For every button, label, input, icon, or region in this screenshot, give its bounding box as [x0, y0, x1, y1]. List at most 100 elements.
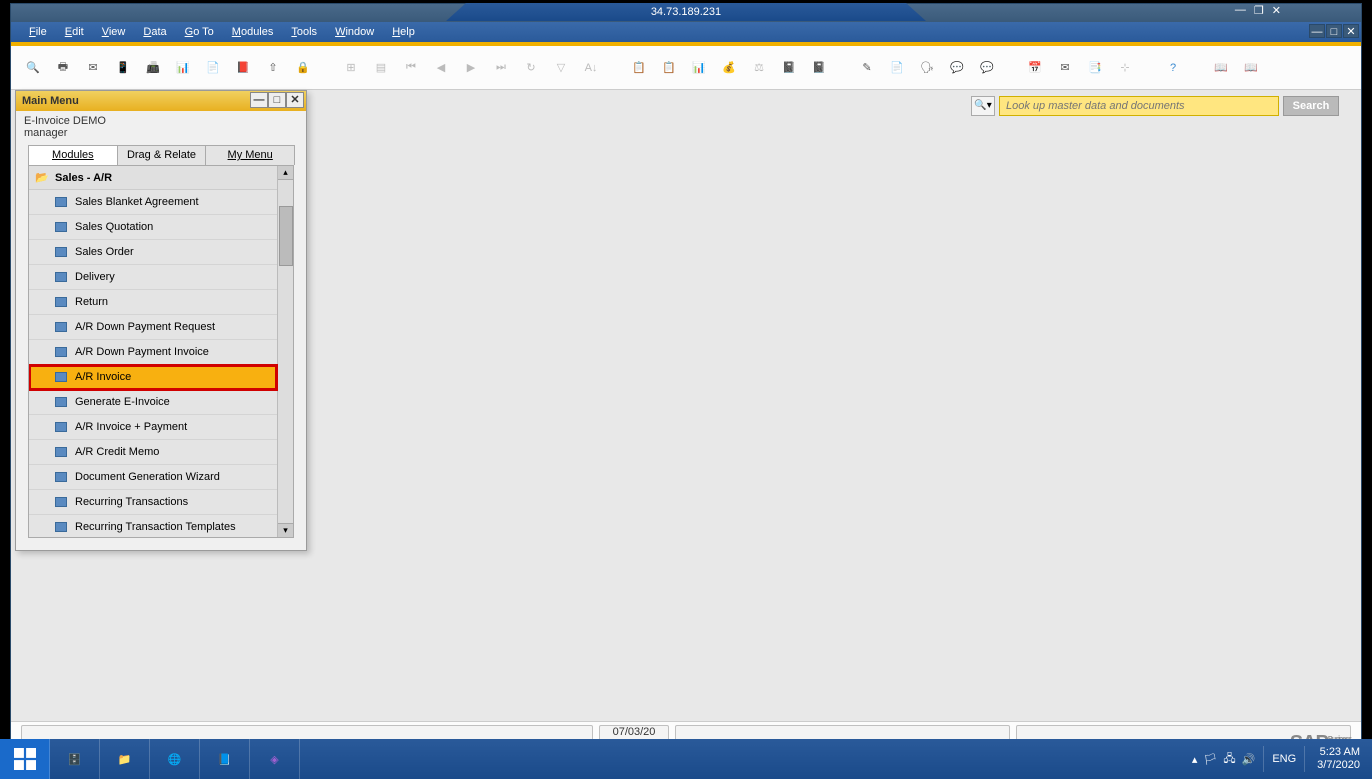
calendar-icon[interactable]: 📅: [1023, 56, 1047, 80]
main-menu-title-text: Main Menu: [22, 95, 79, 107]
target-doc-icon: 📋: [657, 56, 681, 80]
word-icon: 📄: [201, 56, 225, 80]
content-area: 🔍▾ Search Main Menu — □ ✕ E-Invoice DEMO…: [11, 90, 1361, 721]
filter-icon: ▽: [549, 56, 573, 80]
menu-data[interactable]: Data: [135, 24, 174, 40]
taskbar: 🗄️ 📁 🌐 📘 ◈ ▴ 🏳 🖧 🔊 ENG 5:23 AM 3/7/2020: [0, 739, 1372, 779]
tray-sound-icon[interactable]: 🔊: [1242, 753, 1256, 766]
print-icon[interactable]: 🖶: [51, 56, 75, 80]
app-close-icon[interactable]: ✕: [1343, 24, 1359, 38]
tab-my-menu[interactable]: My Menu: [205, 145, 295, 165]
document-icon: [55, 497, 67, 507]
mm-item-return[interactable]: Return: [29, 290, 277, 315]
mm-item-generate-e-invoice[interactable]: Generate E-Invoice: [29, 390, 277, 415]
menubar: File Edit View Data Go To Modules Tools …: [11, 22, 1361, 42]
mm-scrollbar[interactable]: ▴ ▾: [277, 166, 293, 537]
menu-goto[interactable]: Go To: [177, 24, 222, 40]
mm-item-label: Sales Quotation: [75, 221, 153, 233]
mm-item-label: Delivery: [75, 271, 115, 283]
lock-screen-icon[interactable]: 🔒: [291, 56, 315, 80]
search-input[interactable]: [999, 96, 1279, 116]
mm-maximize-icon[interactable]: □: [268, 92, 286, 108]
mm-section-header[interactable]: 📂 Sales - A/R: [29, 166, 277, 190]
email-icon[interactable]: ✉: [81, 56, 105, 80]
help-icon[interactable]: ?: [1161, 56, 1185, 80]
mm-item-recurring-transactions[interactable]: Recurring Transactions: [29, 490, 277, 515]
mm-item-a-r-invoice[interactable]: A/R Invoice: [29, 365, 277, 390]
tray-show-hidden-icon[interactable]: ▴: [1192, 753, 1198, 766]
task-sap-b1[interactable]: 📘: [200, 739, 250, 779]
window-title: 34.73.189.231: [446, 3, 926, 21]
last-record-icon: ⏭: [489, 56, 513, 80]
task-visual-studio[interactable]: ◈: [250, 739, 300, 779]
mm-item-a-r-invoice-payment[interactable]: A/R Invoice + Payment: [29, 415, 277, 440]
mm-item-label: Generate E-Invoice: [75, 396, 170, 408]
mm-minimize-icon[interactable]: —: [250, 92, 268, 108]
minimize-remote-icon[interactable]: —: [1235, 4, 1246, 17]
task-file-explorer[interactable]: 📁: [100, 739, 150, 779]
form-settings-icon[interactable]: 📄: [885, 56, 909, 80]
my-shortcuts-icon[interactable]: 📑: [1083, 56, 1107, 80]
document-icon: [55, 472, 67, 482]
restore-remote-icon[interactable]: ❐: [1254, 4, 1264, 17]
query-icon[interactable]: 💬: [945, 56, 969, 80]
mm-user: manager: [24, 127, 298, 139]
tab-modules[interactable]: Modules: [28, 145, 118, 165]
mm-item-a-r-down-payment-invoice[interactable]: A/R Down Payment Invoice: [29, 340, 277, 365]
search-scope-dropdown[interactable]: 🔍▾: [971, 96, 995, 116]
scroll-up-icon[interactable]: ▴: [278, 166, 293, 180]
start-button[interactable]: [0, 739, 50, 779]
preview-icon[interactable]: 🔍: [21, 56, 45, 80]
menu-modules[interactable]: Modules: [224, 24, 282, 40]
app-maximize-icon[interactable]: □: [1326, 24, 1342, 38]
mm-item-recurring-transaction-templates[interactable]: Recurring Transaction Templates: [29, 515, 277, 538]
messages-overview-icon[interactable]: ✉: [1053, 56, 1077, 80]
mm-item-a-r-down-payment-request[interactable]: A/R Down Payment Request: [29, 315, 277, 340]
document-icon: [55, 322, 67, 332]
menu-file[interactable]: File: [21, 24, 55, 40]
mm-item-label: Recurring Transaction Templates: [75, 521, 236, 533]
mm-item-document-generation-wizard[interactable]: Document Generation Wizard: [29, 465, 277, 490]
fax-icon[interactable]: 📠: [141, 56, 165, 80]
tray-clock[interactable]: 5:23 AM 3/7/2020: [1313, 746, 1364, 772]
mm-item-a-r-credit-memo[interactable]: A/R Credit Memo: [29, 440, 277, 465]
task-server-manager[interactable]: 🗄️: [50, 739, 100, 779]
tray-flag-icon[interactable]: 🏳: [1203, 753, 1217, 766]
layout-designer-icon[interactable]: ✎: [855, 56, 879, 80]
tray-network-icon[interactable]: 🖧: [1223, 750, 1235, 769]
scroll-down-icon[interactable]: ▾: [278, 523, 293, 537]
mm-company: E-Invoice DEMO: [24, 115, 298, 127]
menu-window[interactable]: Window: [327, 24, 382, 40]
tab-drag-relate[interactable]: Drag & Relate: [117, 145, 207, 165]
menu-edit[interactable]: Edit: [57, 24, 92, 40]
menu-help[interactable]: Help: [384, 24, 423, 40]
document-icon: [55, 222, 67, 232]
document-icon: [55, 347, 67, 357]
mm-close-icon[interactable]: ✕: [286, 92, 304, 108]
mm-item-label: A/R Down Payment Invoice: [75, 346, 209, 358]
task-chrome[interactable]: 🌐: [150, 739, 200, 779]
journal-icon: 📓: [777, 56, 801, 80]
excel-icon[interactable]: 📊: [171, 56, 195, 80]
main-menu-titlebar[interactable]: Main Menu — □ ✕: [16, 91, 306, 111]
mm-item-sales-blanket-agreement[interactable]: Sales Blanket Agreement: [29, 190, 277, 215]
close-remote-icon[interactable]: ✕: [1272, 4, 1281, 17]
sms-icon[interactable]: 📱: [111, 56, 135, 80]
mm-item-sales-quotation[interactable]: Sales Quotation: [29, 215, 277, 240]
mm-item-delivery[interactable]: Delivery: [29, 265, 277, 290]
query-manager-icon[interactable]: 💬: [975, 56, 999, 80]
app-minimize-icon[interactable]: —: [1309, 24, 1325, 38]
scroll-thumb[interactable]: [279, 206, 293, 266]
mm-item-label: Sales Blanket Agreement: [75, 196, 199, 208]
tray-lang[interactable]: ENG: [1272, 753, 1296, 765]
mm-item-sales-order[interactable]: Sales Order: [29, 240, 277, 265]
translate-icon[interactable]: 🗣: [915, 56, 939, 80]
mm-item-label: A/R Invoice + Payment: [75, 421, 187, 433]
mm-section-label: Sales - A/R: [55, 172, 112, 184]
search-button[interactable]: Search: [1283, 96, 1339, 116]
toolbar: 🔍 🖶 ✉ 📱 📠 📊 📄 📕 ⇧ 🔒 ⊞ ▤ ⏮ ◀ ▶ ⏭ ↻ ▽ A↓ 📋…: [11, 46, 1361, 90]
launch-app-icon[interactable]: ⇧: [261, 56, 285, 80]
menu-tools[interactable]: Tools: [283, 24, 325, 40]
menu-view[interactable]: View: [94, 24, 134, 40]
relations-map-icon: ⊹: [1113, 56, 1137, 80]
